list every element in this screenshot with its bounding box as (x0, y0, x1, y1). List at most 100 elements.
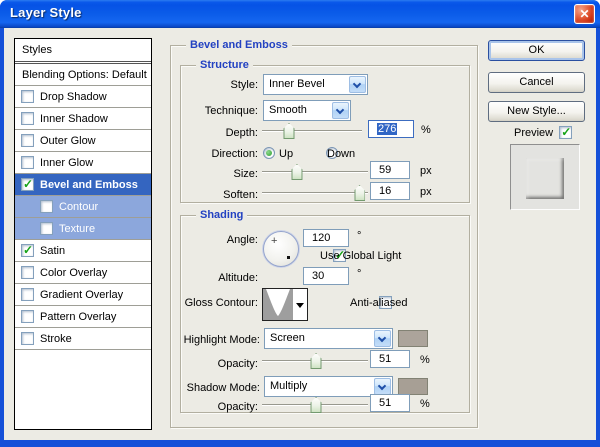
sidebar-item-outer-glow[interactable]: Outer Glow (15, 130, 151, 152)
checkbox-icon[interactable] (21, 266, 34, 279)
chevron-down-icon[interactable] (349, 76, 366, 93)
checkbox-icon[interactable] (21, 243, 34, 257)
sidebar-item-pattern-overlay[interactable]: Pattern Overlay (15, 306, 151, 328)
checkbox-icon[interactable] (40, 222, 53, 235)
size-slider[interactable] (262, 164, 368, 180)
size-unit: px (420, 165, 432, 177)
sidebar-item-color-overlay[interactable]: Color Overlay (15, 262, 151, 284)
chevron-down-icon[interactable] (374, 378, 391, 395)
slider-thumb[interactable] (291, 164, 303, 180)
ok-button[interactable]: OK (488, 40, 585, 61)
sidebar-item-drop-shadow[interactable]: Drop Shadow (15, 86, 151, 108)
sidebar-item-blending-options[interactable]: Blending Options: Default (15, 64, 151, 86)
sidebar-item-inner-glow[interactable]: Inner Glow (15, 152, 151, 174)
angle-field[interactable]: 120 (303, 229, 349, 247)
soften-unit: px (420, 186, 432, 198)
slider-track (262, 171, 368, 173)
contour-thumbnail-icon[interactable] (263, 289, 293, 320)
shadow-opacity-field[interactable]: 51 (370, 394, 410, 412)
sidebar-item-gradient-overlay[interactable]: Gradient Overlay (15, 284, 151, 306)
highlight-opacity-slider[interactable] (262, 353, 368, 369)
checkbox-icon[interactable] (21, 177, 34, 191)
checkbox-icon[interactable] (21, 288, 34, 301)
highlight-mode-value: Screen (270, 332, 305, 344)
angle-dial[interactable]: + (263, 231, 299, 267)
technique-dropdown[interactable]: Smooth (263, 100, 351, 121)
new-style-button[interactable]: New Style... (488, 101, 585, 122)
preview-label: Preview (514, 127, 554, 139)
gloss-contour-picker[interactable] (262, 288, 308, 321)
slider-thumb[interactable] (310, 397, 322, 413)
sidebar-item-label: Inner Shadow (40, 112, 108, 125)
highlight-mode-label: Highlight Mode: (183, 334, 260, 346)
sidebar-item-bevel-and-emboss[interactable]: Bevel and Emboss (15, 174, 151, 196)
preview-checkbox[interactable] (559, 125, 573, 139)
sidebar-item-label: Drop Shadow (40, 90, 107, 103)
sidebar-item-stroke[interactable]: Stroke (15, 328, 151, 350)
sidebar-item-label: Bevel and Emboss (40, 178, 138, 191)
shadow-opacity-label: Opacity: (217, 401, 258, 413)
angle-center-dot (287, 256, 290, 259)
close-icon[interactable]: ✕ (574, 4, 595, 24)
soften-field[interactable]: 16 (370, 182, 410, 200)
checkbox-icon[interactable] (21, 90, 34, 103)
blending-options-label: Blending Options: Default (22, 68, 147, 81)
shadow-mode-value: Multiply (270, 380, 308, 392)
style-value: Inner Bevel (269, 78, 325, 90)
slider-thumb[interactable] (283, 123, 295, 139)
angle-handle-icon[interactable]: + (271, 235, 277, 247)
size-value: 59 (379, 164, 392, 176)
contour-dropdown-arrow-icon[interactable] (293, 289, 307, 320)
sidebar-item-label: Texture (59, 222, 96, 235)
direction-down-label: Down (327, 148, 356, 160)
technique-label: Technique: (204, 105, 258, 117)
checkbox-icon[interactable] (21, 332, 34, 345)
depth-value: 276 (377, 123, 398, 135)
checkbox-icon[interactable] (21, 156, 34, 169)
gloss-contour-label: Gloss Contour: (184, 297, 258, 309)
style-dropdown[interactable]: Inner Bevel (263, 74, 368, 95)
cancel-button[interactable]: Cancel (488, 72, 585, 93)
sidebar-item-label: Pattern Overlay (40, 310, 117, 323)
styles-list: Styles Blending Options: Default Drop Sh… (14, 38, 152, 430)
shadow-opacity-slider[interactable] (262, 397, 368, 413)
checkbox-icon[interactable] (40, 200, 53, 213)
sidebar-item-label: Contour (59, 200, 99, 213)
altitude-field[interactable]: 30 (303, 267, 349, 285)
window-title: Layer Style (10, 5, 82, 20)
highlight-opacity-label: Opacity: (217, 358, 258, 370)
highlight-mode-dropdown[interactable]: Screen (264, 328, 393, 349)
soften-label: Soften: (223, 189, 258, 201)
styles-list-header[interactable]: Styles (15, 39, 151, 64)
highlight-color-swatch[interactable] (398, 330, 428, 347)
chevron-down-icon[interactable] (374, 330, 391, 347)
slider-track (262, 130, 362, 132)
sidebar-item-inner-shadow[interactable]: Inner Shadow (15, 108, 151, 130)
sidebar-item-satin[interactable]: Satin (15, 240, 151, 262)
technique-value: Smooth (269, 104, 307, 116)
sidebar-item-contour[interactable]: Contour (15, 196, 151, 218)
shadow-color-swatch[interactable] (398, 378, 428, 395)
sidebar-item-texture[interactable]: Texture (15, 218, 151, 240)
angle-label: Angle: (226, 234, 258, 246)
depth-field[interactable]: 276 (368, 120, 414, 138)
preview-layer-image (526, 158, 564, 199)
slider-track (262, 192, 368, 194)
soften-slider[interactable] (262, 185, 368, 201)
size-label: Size: (233, 168, 258, 180)
checkbox-icon[interactable] (21, 134, 34, 147)
title-bar[interactable]: Layer Style ✕ (0, 0, 600, 28)
shadow-opacity-value: 51 (379, 397, 392, 409)
slider-thumb[interactable] (310, 353, 322, 369)
checkbox-icon[interactable] (21, 310, 34, 323)
shadow-mode-label: Shadow Mode: (186, 382, 260, 394)
slider-thumb[interactable] (354, 185, 366, 201)
direction-up-radio[interactable] (263, 147, 275, 159)
size-field[interactable]: 59 (370, 161, 410, 179)
depth-slider[interactable] (262, 123, 362, 139)
sidebar-item-label: Stroke (40, 332, 72, 345)
chevron-down-icon[interactable] (332, 102, 349, 119)
depth-unit: % (421, 124, 431, 136)
checkbox-icon[interactable] (21, 112, 34, 125)
highlight-opacity-field[interactable]: 51 (370, 350, 410, 368)
